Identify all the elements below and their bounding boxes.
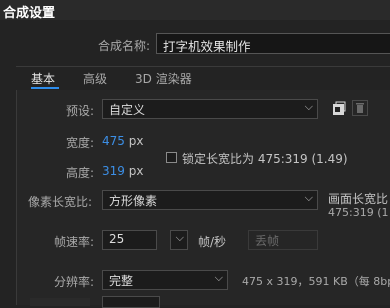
resolution-dropdown[interactable]: 完整 ⌵ [102, 270, 228, 290]
chevron-down-icon: ⌵ [304, 191, 313, 204]
height-field[interactable]: 319 px [102, 164, 143, 178]
drop-frame-dropdown: 丢帧 [248, 230, 318, 250]
title-bar [0, 0, 390, 20]
frame-aspect-label: 画面长宽比 [328, 192, 389, 206]
width-label: 宽度: [66, 136, 95, 150]
lock-aspect-checkbox[interactable] [166, 152, 177, 163]
chevron-down-icon: ⌵ [175, 231, 184, 244]
preset-value: 自定义 [109, 103, 146, 117]
save-preset-icon[interactable] [331, 101, 347, 117]
dialog-title: 合成设置 [3, 6, 56, 21]
resolution-label: 分辨率: [54, 275, 95, 289]
chevron-down-icon: ⌵ [304, 100, 313, 113]
chevron-down-icon: ⌵ [214, 271, 223, 284]
height-value[interactable]: 319 [102, 164, 125, 178]
tab-advanced[interactable]: 高级 [83, 70, 107, 87]
tabs-divider [16, 66, 390, 67]
composition-name-input[interactable]: 打字机效果制作 [156, 33, 390, 54]
pixel-aspect-dropdown[interactable]: 方形像素 ⌵ [102, 190, 318, 210]
composition-name-label: 合成名称: [98, 39, 151, 53]
resolution-value: 完整 [109, 274, 134, 288]
lock-aspect-label: 锁定长宽比为 475:319 (1.49) [182, 152, 348, 166]
tab-3d-renderer[interactable]: 3D 渲染器 [135, 70, 192, 87]
frame-rate-unit: 帧/秒 [198, 235, 227, 249]
drop-frame-value: 丢帧 [255, 234, 280, 248]
trash-icon[interactable] [352, 100, 368, 116]
frame-rate-dropdown[interactable]: ⌵ [170, 230, 188, 250]
pixel-aspect-value: 方形像素 [109, 194, 158, 208]
preset-label: 预设: [66, 104, 95, 118]
preset-dropdown[interactable]: 自定义 ⌵ [102, 99, 318, 119]
active-tab-indicator [31, 87, 59, 89]
pixel-aspect-label: 像素长宽比: [28, 195, 93, 209]
tab-basic[interactable]: 基本 [31, 70, 55, 87]
resolution-info: 475 x 319，591 KB（每 8bpc [242, 275, 390, 288]
height-label: 高度: [66, 166, 95, 180]
frame-aspect-value: 475:319 (1 [328, 206, 389, 219]
frame-rate-input[interactable]: 25 [102, 230, 157, 250]
height-unit: px [128, 164, 144, 178]
frame-rate-label: 帧速率: [54, 235, 95, 249]
width-unit: px [128, 134, 144, 148]
next-row-field[interactable] [102, 296, 160, 308]
width-value[interactable]: 475 [102, 134, 125, 148]
width-field[interactable]: 475 px [102, 134, 143, 148]
